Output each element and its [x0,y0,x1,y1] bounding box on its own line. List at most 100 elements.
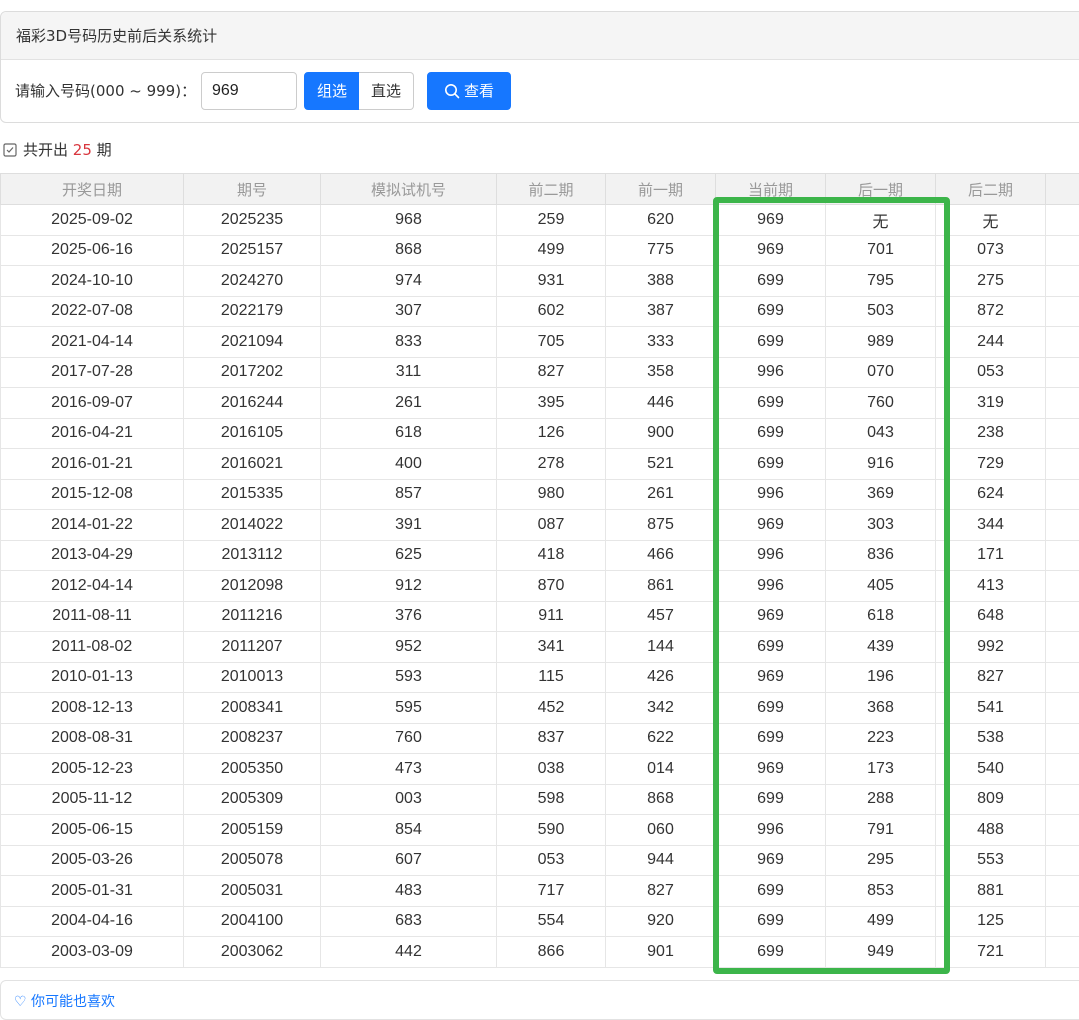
cell-test-number: 473 [321,754,497,785]
col-header-prev-2[interactable]: 前二期 [497,174,606,205]
cell-issue: 2003062 [184,937,321,968]
cell-current: 699 [716,937,826,968]
cell-prev-1: 868 [606,784,716,815]
cell-prev-1: 920 [606,906,716,937]
cell-test-number: 391 [321,510,497,541]
cell-next-2: 171 [936,540,1046,571]
cell-extra [1046,906,1079,937]
cell-current: 969 [716,845,826,876]
cell-extra [1046,479,1079,510]
cell-extra [1046,632,1079,663]
cell-date: 2022-07-08 [1,296,184,327]
cell-prev-1: 060 [606,815,716,846]
cell-current: 699 [716,449,826,480]
cell-current: 699 [716,876,826,907]
cell-extra [1046,937,1079,968]
history-table-container: 开奖日期 期号 模拟试机号 前二期 前一期 当前期 后一期 后二期 2025-0… [0,173,1079,968]
cell-extra [1046,266,1079,297]
cell-prev-2: 602 [497,296,606,327]
cell-next-2: 275 [936,266,1046,297]
cell-date: 2024-10-10 [1,266,184,297]
cell-current: 699 [716,784,826,815]
cell-prev-1: 900 [606,418,716,449]
cell-next-2: 538 [936,723,1046,754]
cell-prev-1: 861 [606,571,716,602]
cell-extra [1046,601,1079,632]
cell-next-1: 405 [826,571,936,602]
cell-next-1: 070 [826,357,936,388]
search-button[interactable]: 查看 [427,72,511,110]
cell-next-2: 624 [936,479,1046,510]
col-header-next-2[interactable]: 后二期 [936,174,1046,205]
table-row: 2010-01-132010013593115426969196827 [1,662,1079,693]
cell-extra [1046,449,1079,480]
query-panel: 福彩3D号码历史前后关系统计 请输入号码(000 ~ 999)： 组选 直选 查… [0,11,1079,123]
cell-prev-1: 426 [606,662,716,693]
cell-next-1: 无 [826,205,936,236]
recommend-title[interactable]: ♡ 你可能也喜欢 [14,991,115,1011]
table-row: 2012-04-142012098912870861996405413 [1,571,1079,602]
cell-date: 2005-01-31 [1,876,184,907]
number-input-label: 请输入号码(000 ~ 999)： [15,80,196,101]
cell-next-1: 760 [826,388,936,419]
cell-next-1: 836 [826,540,936,571]
cell-extra [1046,235,1079,266]
table-row: 2005-01-312005031483717827699853881 [1,876,1079,907]
cell-current: 996 [716,357,826,388]
cell-issue: 2011216 [184,601,321,632]
cell-next-2: 541 [936,693,1046,724]
table-row: 2011-08-022011207952341144699439992 [1,632,1079,663]
cell-current: 699 [716,723,826,754]
cell-date: 2012-04-14 [1,571,184,602]
cell-prev-2: 554 [497,906,606,937]
cell-next-1: 288 [826,784,936,815]
cell-current: 969 [716,601,826,632]
cell-extra [1046,723,1079,754]
cell-test-number: 952 [321,632,497,663]
col-header-current[interactable]: 当前期 [716,174,826,205]
cell-current: 969 [716,205,826,236]
cell-test-number: 857 [321,479,497,510]
table-row: 2014-01-222014022391087875969303344 [1,510,1079,541]
cell-date: 2008-12-13 [1,693,184,724]
table-row: 2005-03-262005078607053944969295553 [1,845,1079,876]
table-row: 2015-12-082015335857980261996369624 [1,479,1079,510]
cell-prev-1: 901 [606,937,716,968]
table-body: 2025-09-022025235968259620969无无2025-06-1… [1,205,1079,968]
col-header-next-1[interactable]: 后一期 [826,174,936,205]
cell-prev-1: 775 [606,235,716,266]
cell-next-1: 618 [826,601,936,632]
cell-extra [1046,296,1079,327]
cell-prev-2: 115 [497,662,606,693]
col-header-test-number[interactable]: 模拟试机号 [321,174,497,205]
cell-current: 699 [716,632,826,663]
cell-test-number: 311 [321,357,497,388]
cell-extra [1046,815,1079,846]
cell-next-1: 295 [826,845,936,876]
direct-select-button[interactable]: 直选 [359,72,414,110]
recommend-panel [0,980,1079,1020]
cell-next-1: 916 [826,449,936,480]
cell-issue: 2024270 [184,266,321,297]
cell-current: 699 [716,296,826,327]
summary-count: 25 [73,141,92,159]
cell-next-1: 368 [826,693,936,724]
col-header-issue[interactable]: 期号 [184,174,321,205]
group-select-button[interactable]: 组选 [304,72,360,110]
cell-date: 2014-01-22 [1,510,184,541]
cell-test-number: 593 [321,662,497,693]
number-input[interactable] [201,72,297,110]
cell-test-number: 307 [321,296,497,327]
cell-extra [1046,357,1079,388]
cell-issue: 2016105 [184,418,321,449]
col-header-date[interactable]: 开奖日期 [1,174,184,205]
cell-test-number: 618 [321,418,497,449]
cell-prev-2: 705 [497,327,606,358]
cell-next-2: 488 [936,815,1046,846]
cell-prev-1: 457 [606,601,716,632]
cell-extra [1046,693,1079,724]
cell-next-2: 872 [936,296,1046,327]
cell-prev-1: 466 [606,540,716,571]
cell-issue: 2014022 [184,510,321,541]
col-header-prev-1[interactable]: 前一期 [606,174,716,205]
